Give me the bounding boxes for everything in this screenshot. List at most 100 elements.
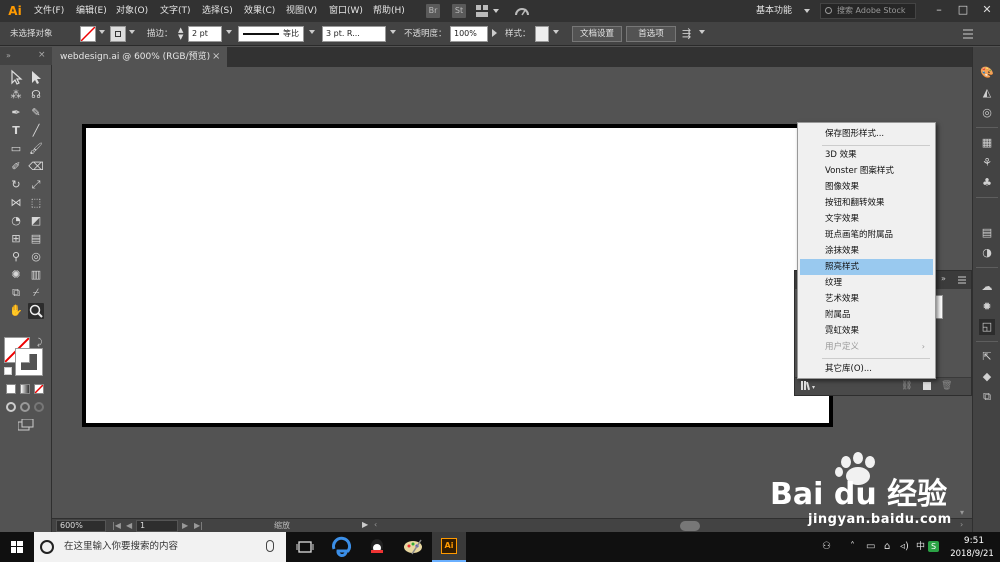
menu-select[interactable]: 选择(S) bbox=[202, 4, 233, 18]
artboards-icon[interactable]: ⧉ bbox=[979, 389, 995, 405]
first-artboard-icon[interactable]: |◀ bbox=[112, 521, 121, 530]
menu-item-artistic-effects[interactable]: 艺术效果 bbox=[800, 291, 933, 307]
swatches-icon[interactable]: ▦ bbox=[979, 135, 995, 151]
libraries-menu-icon[interactable] bbox=[800, 380, 816, 392]
scroll-down-icon[interactable]: ▾ bbox=[960, 508, 964, 517]
artboard[interactable] bbox=[86, 128, 829, 423]
magic-wand-tool-icon[interactable]: ⁂ bbox=[8, 87, 24, 103]
artboard-number-field[interactable]: 1 bbox=[136, 520, 178, 532]
color-mode-icon[interactable] bbox=[6, 384, 16, 394]
chevron-down-icon[interactable] bbox=[390, 30, 396, 34]
chevron-up-icon[interactable]: ˄ bbox=[850, 541, 855, 553]
next-artboard-icon[interactable]: ▶ bbox=[182, 521, 188, 530]
scale-tool-icon[interactable]: ⤢ bbox=[28, 177, 44, 193]
mesh-tool-icon[interactable]: ⊞ bbox=[8, 231, 24, 247]
menu-item-scribble-effects[interactable]: 涂抹效果 bbox=[800, 243, 933, 259]
slice-tool-icon[interactable]: ⌿ bbox=[28, 285, 44, 301]
task-view-button[interactable] bbox=[288, 532, 322, 562]
rotate-tool-icon[interactable]: ↻ bbox=[8, 177, 24, 193]
chevron-down-icon[interactable] bbox=[99, 30, 105, 34]
export-icon[interactable]: ⇱ bbox=[979, 349, 995, 365]
fill-swatch[interactable] bbox=[80, 26, 96, 42]
blend-tool-icon[interactable]: ◎ bbox=[28, 249, 44, 265]
chevron-down-icon[interactable] bbox=[309, 30, 315, 34]
menu-item-vonster-patterns[interactable]: Vonster 图案样式 bbox=[800, 163, 933, 179]
chevron-down-icon[interactable] bbox=[699, 30, 705, 34]
swap-colors-icon[interactable]: ⤸ bbox=[37, 338, 42, 348]
arrange-documents-icon[interactable] bbox=[476, 5, 488, 17]
direct-selection-tool-icon[interactable] bbox=[28, 69, 44, 85]
draw-inside-icon[interactable] bbox=[34, 402, 44, 412]
stock-search-input[interactable]: 搜索 Adobe Stock bbox=[820, 3, 916, 19]
illustrator-taskbar-button[interactable]: Ai bbox=[432, 532, 466, 562]
brushes-icon[interactable]: ⚘ bbox=[979, 155, 995, 171]
opacity-input[interactable]: 100% bbox=[450, 26, 488, 42]
break-link-icon[interactable]: ⛓ bbox=[901, 381, 912, 391]
tools-panel-header[interactable]: » × bbox=[0, 47, 52, 65]
menu-view[interactable]: 视图(V) bbox=[286, 4, 317, 18]
align-icon[interactable]: ⇶ bbox=[682, 27, 696, 41]
last-artboard-icon[interactable]: ▶| bbox=[194, 521, 203, 530]
microphone-icon[interactable] bbox=[266, 540, 274, 552]
variable-width-profile[interactable]: 等比 bbox=[238, 26, 304, 42]
battery-icon[interactable]: ▭ bbox=[866, 541, 875, 553]
gradient-tool-icon[interactable]: ▤ bbox=[28, 231, 44, 247]
panel-menu-icon[interactable] bbox=[957, 272, 967, 286]
menu-object[interactable]: 对象(O) bbox=[116, 4, 148, 18]
scroll-right-icon[interactable]: › bbox=[960, 520, 963, 529]
shaper-tool-icon[interactable]: ✐ bbox=[8, 159, 24, 175]
menu-item-buttons-rollovers[interactable]: 按钮和翻转效果 bbox=[800, 195, 933, 211]
type-tool-icon[interactable]: T bbox=[8, 123, 24, 139]
eyedropper-tool-icon[interactable]: ⚲ bbox=[8, 249, 24, 265]
transparency-icon[interactable]: ✹ bbox=[979, 299, 995, 315]
menu-item-other-library[interactable]: 其它库(O)... bbox=[800, 361, 933, 377]
trash-icon[interactable]: 🗑 bbox=[941, 381, 952, 391]
scroll-left-icon[interactable]: ‹ bbox=[374, 520, 377, 529]
none-mode-icon[interactable] bbox=[34, 384, 44, 394]
draw-behind-icon[interactable] bbox=[20, 402, 30, 412]
gradient-panel-icon[interactable]: ◑ bbox=[979, 245, 995, 261]
minimize-button[interactable]: – bbox=[930, 2, 948, 18]
status-menu-icon[interactable]: ▶ bbox=[362, 520, 368, 529]
perspective-grid-tool-icon[interactable]: ◩ bbox=[28, 213, 44, 229]
curvature-tool-icon[interactable]: ✎ bbox=[28, 105, 44, 121]
menu-type[interactable]: 文字(T) bbox=[160, 4, 191, 18]
close-icon[interactable]: × bbox=[38, 50, 46, 60]
menu-item-image-effects[interactable]: 图像效果 bbox=[800, 179, 933, 195]
volume-icon[interactable]: ◃) bbox=[900, 541, 909, 553]
menu-item-type-effects[interactable]: 文字效果 bbox=[800, 211, 933, 227]
close-button[interactable]: ✕ bbox=[978, 2, 996, 18]
menu-item-additive[interactable]: 附属品 bbox=[800, 307, 933, 323]
menu-item-neon-effects[interactable]: 霓虹效果 bbox=[800, 323, 933, 339]
layers-icon[interactable]: ◆ bbox=[979, 369, 995, 385]
graphic-style-thumbnail[interactable] bbox=[935, 295, 943, 319]
menu-item-illuminate-styles[interactable]: 照亮样式 bbox=[800, 259, 933, 275]
line-tool-icon[interactable]: ╱ bbox=[28, 123, 44, 139]
qq-icon[interactable] bbox=[360, 532, 394, 562]
paint-app-icon[interactable] bbox=[396, 532, 430, 562]
eraser-tool-icon[interactable]: ⌫ bbox=[28, 159, 44, 175]
menu-edit[interactable]: 编辑(E) bbox=[76, 4, 107, 18]
hand-tool-icon[interactable]: ✋ bbox=[8, 303, 24, 319]
chevron-down-icon[interactable] bbox=[493, 9, 499, 13]
document-setup-button[interactable]: 文档设置 bbox=[572, 26, 622, 42]
menu-item-3d-effects[interactable]: 3D 效果 bbox=[800, 147, 933, 163]
opacity-label[interactable]: 不透明度： bbox=[404, 28, 447, 40]
appearance-icon[interactable]: ◎ bbox=[979, 105, 995, 121]
menu-file[interactable]: 文件(F) bbox=[34, 4, 64, 18]
chevron-down-icon[interactable] bbox=[129, 30, 135, 34]
stroke-panel-icon[interactable]: ▤ bbox=[979, 225, 995, 241]
previous-artboard-icon[interactable]: ◀ bbox=[126, 521, 132, 530]
free-transform-tool-icon[interactable]: ⬚ bbox=[28, 195, 44, 211]
close-icon[interactable]: × bbox=[212, 47, 224, 67]
taskbar-search[interactable]: 在这里输入你要搜索的内容 bbox=[34, 532, 286, 562]
ime-icon[interactable]: 中 bbox=[916, 541, 925, 553]
default-colors-icon[interactable] bbox=[4, 367, 12, 375]
column-graph-tool-icon[interactable]: ▥ bbox=[28, 267, 44, 283]
draw-normal-icon[interactable] bbox=[6, 402, 16, 412]
color-panel-icon[interactable]: 🎨 bbox=[979, 65, 995, 81]
document-tab[interactable]: webdesign.ai @ 600% (RGB/预览) × bbox=[52, 47, 227, 67]
selection-tool-icon[interactable] bbox=[8, 69, 24, 85]
shape-builder-tool-icon[interactable]: ◔ bbox=[8, 213, 24, 229]
chevron-right-icon[interactable] bbox=[492, 29, 497, 37]
